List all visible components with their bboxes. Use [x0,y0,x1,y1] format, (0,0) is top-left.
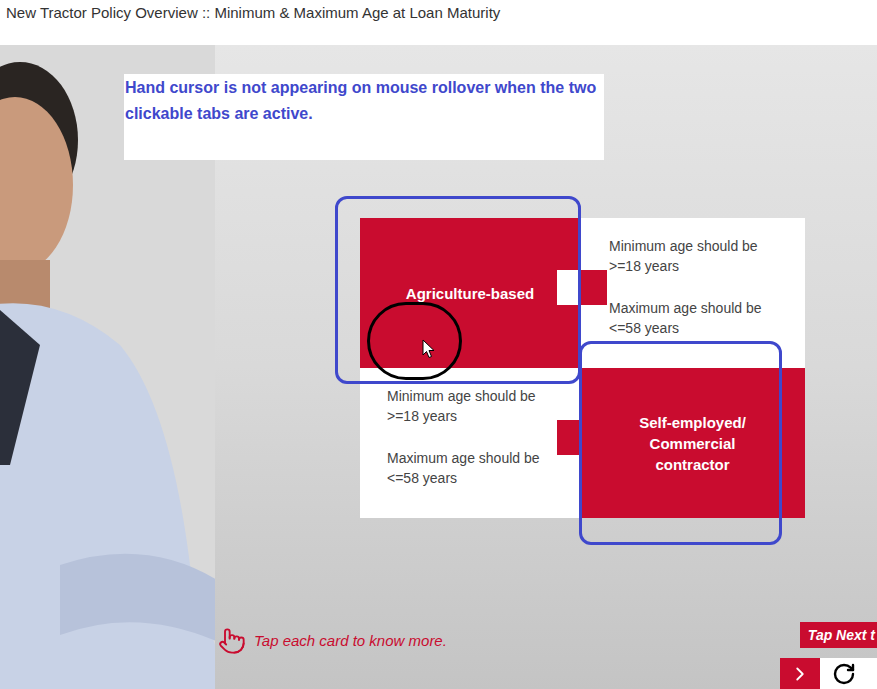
detail-panel: Minimum age should be >=18 years Maximum … [360,368,580,518]
cursor-circle [367,302,462,380]
card-tab[interactable]: Agriculture-based [360,218,580,368]
app-window: New Tractor Policy Overview :: Minimum &… [0,0,877,689]
chevron-right-icon [789,663,811,685]
next-hint: Tap Next t [800,622,877,648]
instruction-text: Tap each card to know more. [254,630,447,653]
annotation-note: Hand cursor is not appearing on mouse ro… [124,74,604,160]
highlight-box [579,341,782,545]
detail-panel: Minimum age should be >=18 years Maximum … [580,218,805,368]
next-button[interactable] [780,658,820,689]
replay-icon [832,662,856,686]
title-bar: New Tractor Policy Overview :: Minimum &… [0,0,877,45]
card-notch [557,270,580,305]
tap-hand-icon [218,627,246,655]
bottom-bar: Tap each card to know more. Tap Next t [215,622,877,689]
page-title: New Tractor Policy Overview :: Minimum &… [6,3,871,23]
nav-controls: Tap Next t [780,622,877,689]
card-tab[interactable]: Self-employed/ Commercial contractor [580,368,805,518]
detail-text: Minimum age should be >=18 years [387,386,559,426]
detail-notch [557,420,580,455]
mouse-cursor-icon [422,339,435,359]
highlight-box [335,196,581,384]
detail-text: Minimum age should be >=18 years [609,236,781,276]
instruction: Tap each card to know more. [215,627,447,689]
detail-text: Maximum age should be <=58 years [387,448,559,488]
card-label[interactable]: Agriculture-based [406,283,534,304]
detail-text: Maximum age should be <=58 years [609,298,781,338]
detail-notch [580,270,607,305]
card-label[interactable]: Self-employed/ Commercial contractor [618,412,768,475]
replay-button[interactable] [820,658,877,689]
